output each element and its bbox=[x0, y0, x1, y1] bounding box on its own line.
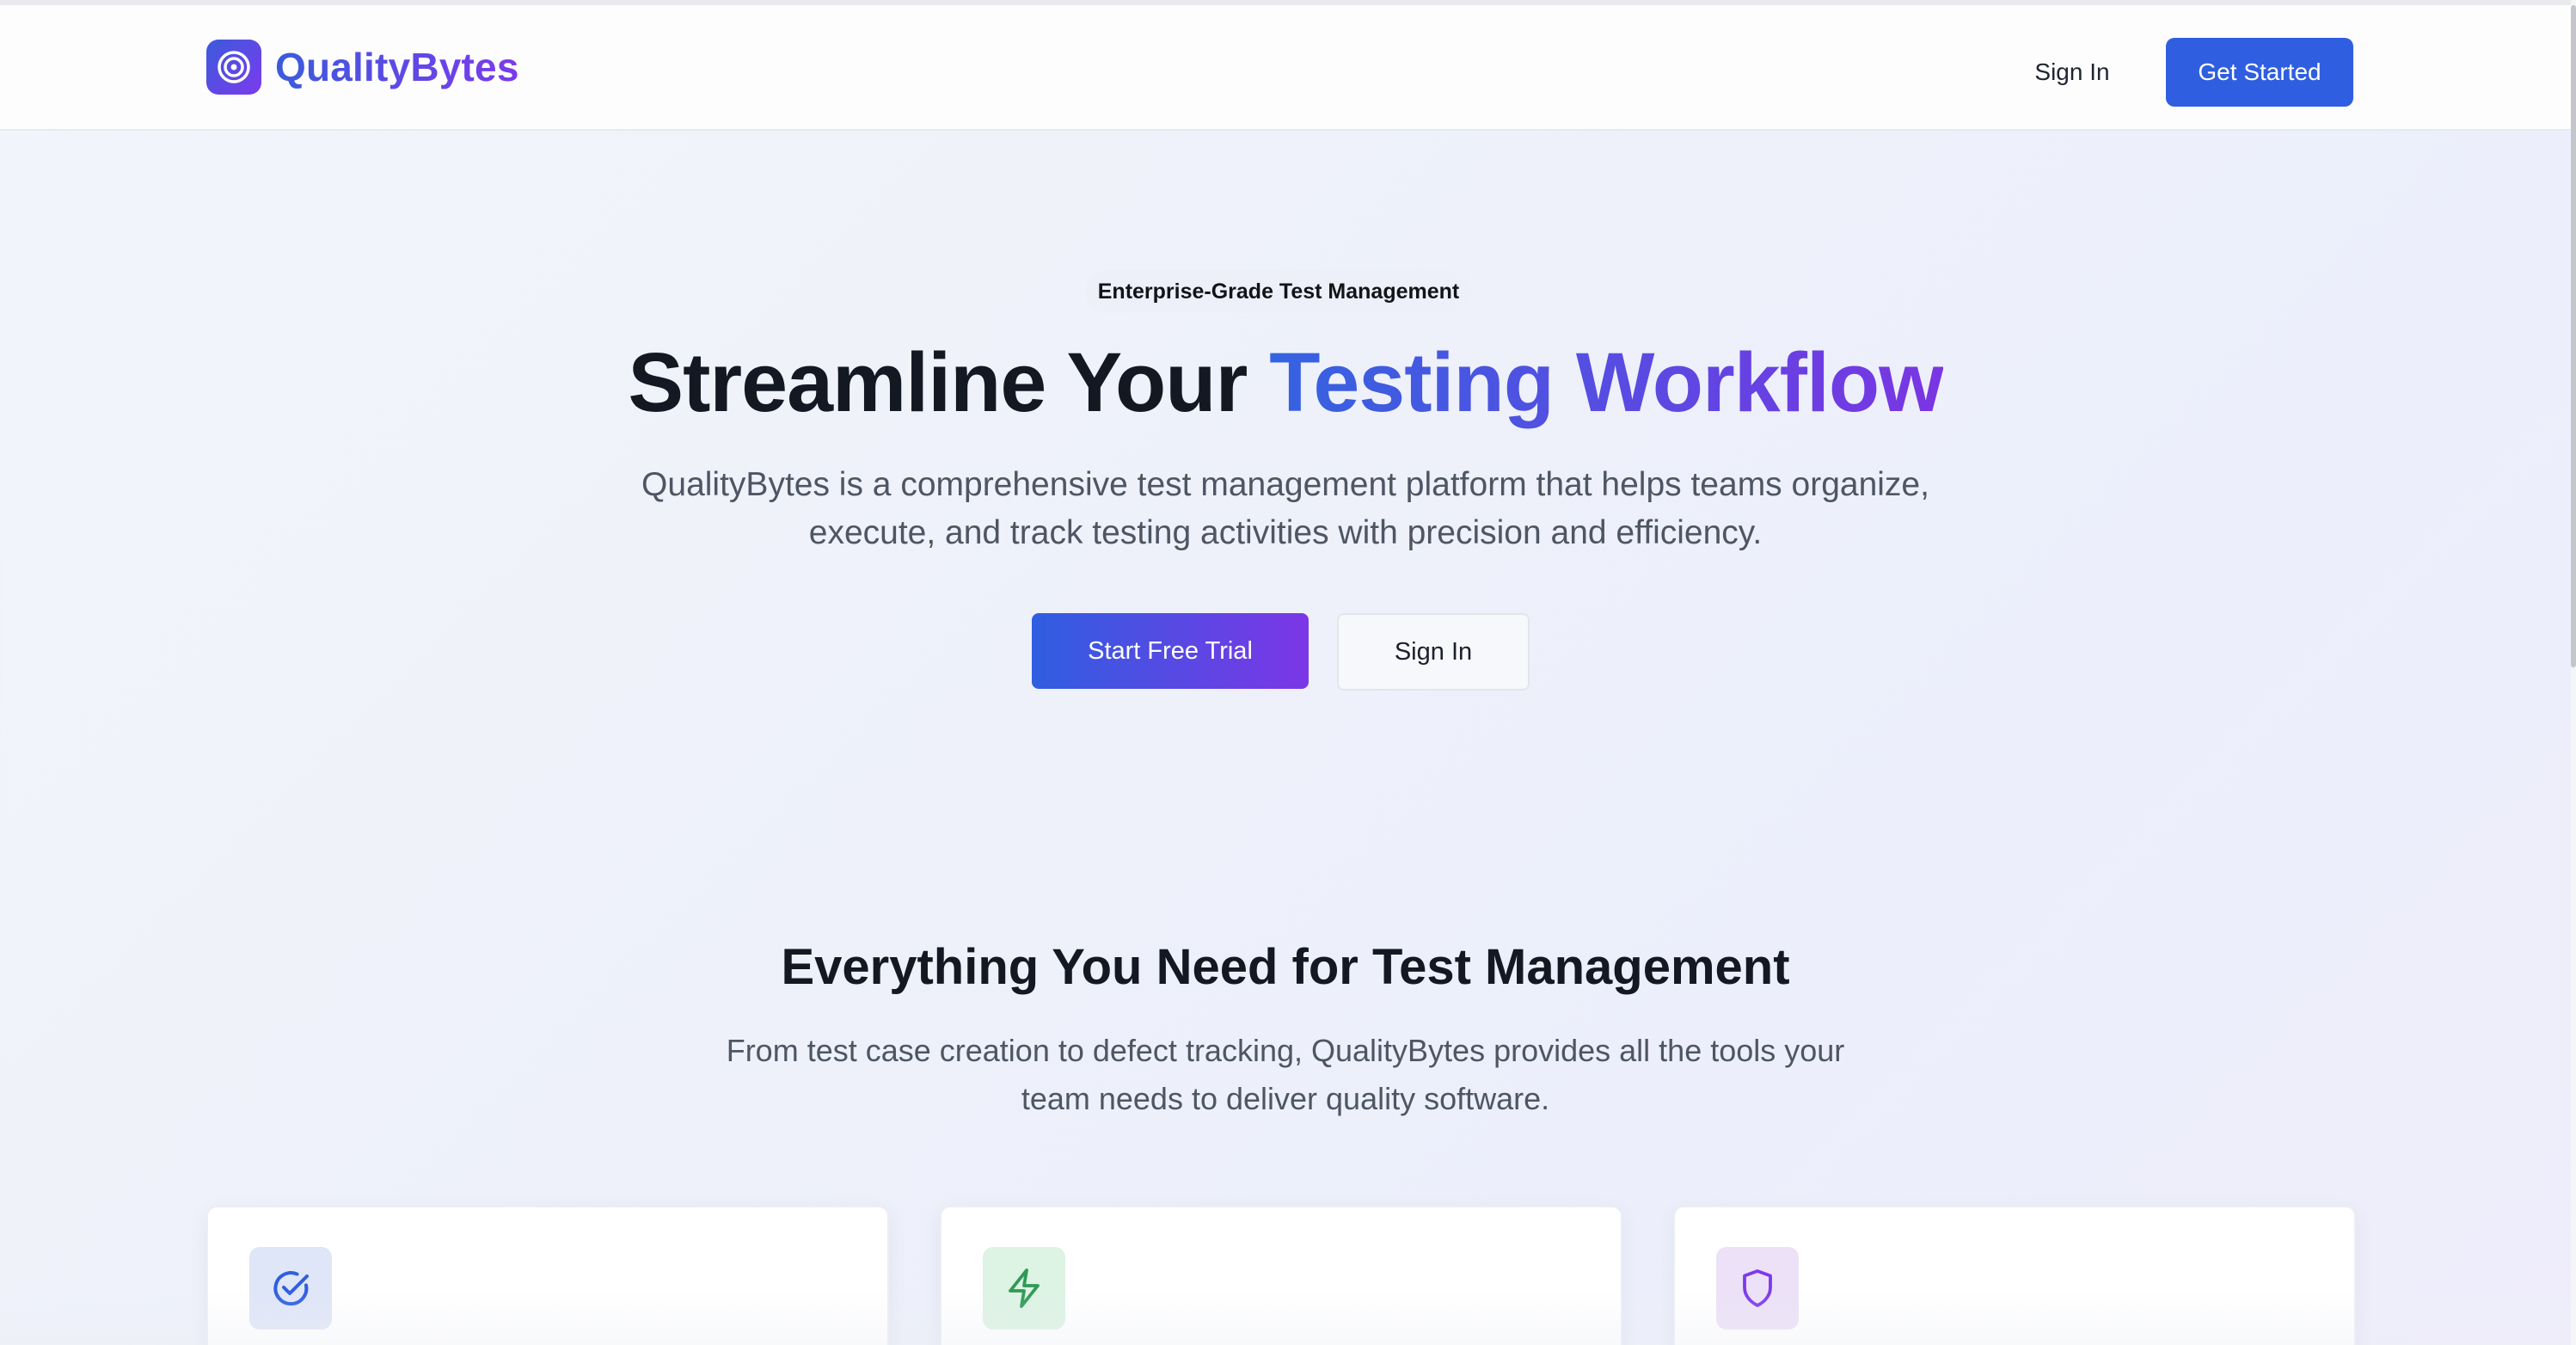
brand-name: QualityBytes bbox=[275, 45, 519, 89]
features-subtitle-line: team needs to deliver quality software. bbox=[1021, 1081, 1550, 1116]
brand-logo[interactable]: QualityBytes bbox=[206, 40, 519, 95]
feature-card bbox=[1673, 1206, 2356, 1345]
feature-card bbox=[940, 1206, 1622, 1345]
check-circle-icon bbox=[249, 1247, 332, 1330]
hero-sign-in-button[interactable]: Sign In bbox=[1337, 613, 1530, 691]
feature-card bbox=[206, 1206, 889, 1345]
hero-title: Streamline Your Testing Workflow bbox=[0, 327, 2571, 439]
hero-subtitle-line: QualityBytes is a comprehensive test man… bbox=[641, 466, 1929, 503]
hero-subtitle-line: execute, and track testing activities wi… bbox=[808, 514, 1763, 551]
hero-title-highlight: Testing Workflow bbox=[1269, 335, 1943, 429]
hero-title-plain: Streamline Your bbox=[628, 335, 1270, 429]
header-sign-in-link[interactable]: Sign In bbox=[2012, 46, 2132, 98]
target-icon bbox=[206, 40, 261, 95]
start-free-trial-button[interactable]: Start Free Trial bbox=[1032, 613, 1309, 689]
lightning-icon bbox=[983, 1247, 1065, 1330]
features-subtitle-line: From test case creation to defect tracki… bbox=[726, 1033, 1845, 1068]
hero-badge: Enterprise-Grade Test Management bbox=[1085, 270, 1472, 313]
get-started-button[interactable]: Get Started bbox=[2166, 38, 2353, 107]
top-navigation-bar: QualityBytes Sign In Get Started bbox=[0, 5, 2571, 131]
scrollbar-thumb[interactable] bbox=[2571, 5, 2576, 667]
features-subtitle: From test case creation to defect tracki… bbox=[688, 1027, 1883, 1123]
features-title: Everything You Need for Test Management bbox=[781, 939, 1790, 995]
shield-icon bbox=[1716, 1247, 1799, 1330]
hero-subtitle: QualityBytes is a comprehensive test man… bbox=[602, 461, 1969, 557]
